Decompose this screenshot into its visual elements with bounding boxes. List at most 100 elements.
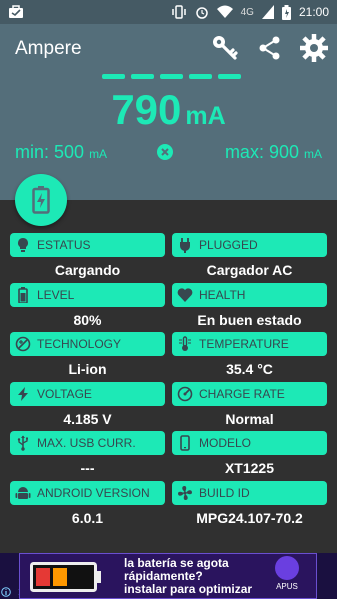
min-reading: min: 500 mA: [15, 142, 107, 163]
info-card-label: PLUGGED: [172, 233, 327, 257]
info-card: MAX. USB CURR. ---: [10, 431, 165, 476]
thermometer-icon: [177, 336, 193, 352]
ad-content[interactable]: la batería se agota rápidamente? instala…: [19, 553, 317, 599]
status-icons: 4G 21:00: [171, 0, 329, 24]
info-card: MODELO XT1225: [172, 431, 327, 476]
info-card-value: En buen estado: [197, 311, 302, 328]
phone-icon: [177, 435, 193, 451]
info-card: BUILD ID MPG24.107-70.2: [172, 480, 327, 526]
info-card-label-text: TEMPERATURE: [199, 337, 289, 351]
info-card-value: MPG24.107-70.2: [196, 509, 303, 526]
technology-icon: [15, 336, 31, 352]
info-card: TECHNOLOGY Li-ion: [10, 332, 165, 377]
alarm-icon: [195, 7, 208, 19]
info-card-label: TECHNOLOGY: [10, 332, 165, 356]
info-card-label-text: ESTATUS: [37, 238, 91, 252]
ad-banner[interactable]: la batería se agota rápidamente? instala…: [0, 553, 337, 599]
ad-brand: APUS: [268, 556, 306, 591]
info-card: ESTATUS Cargando: [10, 233, 165, 278]
info-card-label-text: BUILD ID: [199, 485, 250, 500]
min-label: min: 500: [15, 142, 85, 162]
info-card-value: 35.4 °C: [226, 361, 273, 377]
battery-charging-icon: [32, 186, 50, 214]
min-unit: mA: [89, 147, 108, 161]
plug-icon: [177, 237, 193, 253]
heart-icon: [177, 287, 193, 303]
close-icon: [161, 148, 169, 156]
info-card-label-text: HEALTH: [199, 287, 246, 302]
info-card-label-text: ANDROID VERSION: [37, 485, 150, 500]
max-reading: max: 900 mA: [225, 142, 322, 163]
battery-icon: [281, 4, 291, 20]
info-card-label: VOLTAGE: [10, 381, 165, 406]
app-title: Ampere: [15, 38, 82, 59]
info-card: CHARGE RATE Normal: [172, 381, 327, 427]
max-unit: mA: [304, 147, 322, 161]
current-unit: mA: [185, 102, 226, 130]
signal-icon: [261, 5, 274, 19]
current-reading: 790 mA: [0, 86, 337, 134]
info-card-label-text: CHARGE RATE: [199, 386, 285, 401]
usb-icon: [15, 435, 31, 451]
ad-info-icon[interactable]: [1, 587, 11, 597]
info-card-value: 4.185 V: [63, 410, 112, 427]
ad-line-3: instalar para optimizar: [124, 582, 253, 596]
info-card-label: MAX. USB CURR.: [10, 431, 165, 455]
info-card-value: 80%: [73, 311, 102, 328]
info-card-label: TEMPERATURE: [172, 332, 327, 356]
reading-dash: [189, 74, 212, 79]
info-card-value: Li-ion: [68, 361, 107, 377]
info-card: HEALTH En buen estado: [172, 282, 327, 328]
battery-level-icon: [15, 286, 31, 303]
info-card-label-text: VOLTAGE: [37, 386, 92, 401]
app-header: Ampere 790 mA min: 500 mA max: 900 mA: [0, 24, 337, 200]
info-card-value: 6.0.1: [71, 509, 104, 526]
info-card-value: ---: [80, 460, 95, 476]
info-card: VOLTAGE 4.185 V: [10, 381, 165, 427]
reading-dash: [160, 74, 183, 79]
info-card-label: CHARGE RATE: [172, 381, 327, 406]
info-card-label: ANDROID VERSION: [10, 480, 165, 505]
settings-icon[interactable]: [300, 34, 328, 62]
status-clock: 21:00: [298, 5, 329, 19]
info-card-label: LEVEL: [10, 282, 165, 307]
wifi-icon: [216, 5, 233, 18]
ad-battery-image: [30, 562, 101, 592]
info-card: ANDROID VERSION 6.0.1: [10, 480, 165, 526]
vibrate-icon: [171, 5, 186, 19]
info-card: TEMPERATURE 35.4 °C: [172, 332, 327, 377]
ad-text: la batería se agota rápidamente? instala…: [124, 557, 252, 596]
info-card-label-text: MAX. USB CURR.: [37, 436, 136, 450]
apus-logo-icon: [275, 556, 299, 580]
key-icon[interactable]: [211, 34, 239, 62]
info-card-label-text: PLUGGED: [199, 238, 258, 252]
status-bar: 4G 21:00: [0, 0, 337, 24]
info-card-value: XT1225: [224, 460, 275, 476]
speedometer-icon: [177, 386, 193, 402]
network-type: 4G: [240, 6, 254, 18]
bolt-icon: [15, 386, 31, 402]
fan-icon: [177, 485, 193, 501]
info-card-label: MODELO: [172, 431, 327, 455]
info-card: PLUGGED Cargador AC: [172, 233, 327, 278]
info-card-label-text: MODELO: [199, 436, 252, 450]
info-card-value: Normal: [225, 410, 274, 427]
lightbulb-icon: [15, 237, 31, 253]
max-label: max: 900: [224, 142, 299, 162]
info-card-label: HEALTH: [172, 282, 327, 307]
info-card-value: Cargador AC: [206, 262, 293, 278]
android-icon: [15, 485, 31, 501]
current-value: 790: [111, 86, 182, 133]
info-card-value: Cargando: [54, 262, 121, 278]
info-card-label: ESTATUS: [10, 233, 165, 257]
ad-brand-name: APUS: [276, 582, 298, 591]
info-card-label-text: LEVEL: [37, 287, 75, 302]
reading-dash: [102, 74, 125, 79]
reading-dash: [131, 74, 154, 79]
battery-fab-button[interactable]: [15, 174, 67, 226]
info-card-label: BUILD ID: [172, 480, 327, 505]
reset-button[interactable]: [157, 144, 173, 160]
share-icon[interactable]: [256, 34, 284, 62]
info-card-label-text: TECHNOLOGY: [37, 337, 122, 351]
reading-dashes: [102, 74, 241, 79]
